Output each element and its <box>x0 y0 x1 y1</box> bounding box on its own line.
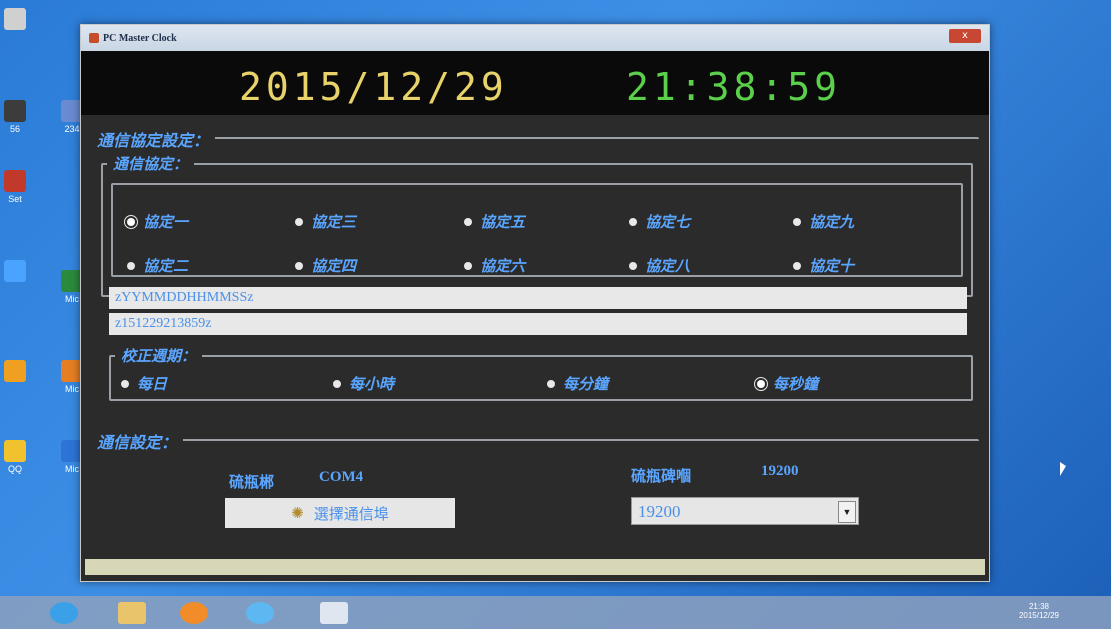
desktop-icon-label: Set <box>8 194 22 204</box>
period-option-label: 每秒鐘 <box>773 375 819 393</box>
baud-rate-select[interactable]: 19200 ▼ <box>631 497 859 525</box>
window-title: PC Master Clock <box>103 32 177 44</box>
app-window: PC Master Clock x 2015/12/29 21:38:59 通信… <box>80 24 990 582</box>
desktop-icon-label: 234 <box>64 124 80 134</box>
tray-time: 21:38 <box>1028 602 1049 611</box>
clock-display: 2015/12/29 21:38:59 <box>81 51 989 115</box>
protocol-settings-legend: 通信協定設定： <box>91 127 216 151</box>
desktop-icon-qq[interactable]: QQ <box>0 440 30 474</box>
period-option-minutely[interactable]: 每分鐘 <box>547 373 608 394</box>
baud-label: 硫瓶碑嗰 <box>631 467 692 485</box>
comm-settings-group: 通信設定： <box>91 429 979 551</box>
mouse-cursor-icon <box>1060 462 1066 476</box>
tray-clock[interactable]: 21:38 2015/12/29 <box>1019 602 1059 620</box>
period-option-label: 每日 <box>137 375 168 393</box>
protocol-option-label: 協定九 <box>809 213 855 231</box>
desktop-icon-2[interactable]: 56 <box>0 100 30 134</box>
period-option-secondly[interactable]: 每秒鐘 <box>757 373 818 394</box>
desktop-icon-label: Mic <box>65 294 79 304</box>
desktop-icon-label: 56 <box>9 124 20 134</box>
radio-icon <box>121 379 129 388</box>
format-sample-field[interactable]: z151229213859z <box>109 313 967 335</box>
protocol-option-5[interactable]: 協定五 <box>464 211 525 232</box>
ie-icon[interactable] <box>50 602 78 624</box>
select-port-label: 選擇通信埠 <box>313 504 389 523</box>
desktop-icon-label: Mic <box>65 384 79 394</box>
protocol-option-9[interactable]: 協定九 <box>793 211 854 232</box>
radio-icon <box>127 261 135 270</box>
period-option-label: 每小時 <box>349 375 395 393</box>
protocol-option-7[interactable]: 協定七 <box>629 211 690 232</box>
app-icon <box>89 33 99 43</box>
protocol-option-6[interactable]: 協定六 <box>464 255 525 276</box>
desktop-icon-label: Mic <box>65 464 79 474</box>
desktop-icon-4[interactable] <box>0 260 30 284</box>
protocol-option-label: 協定二 <box>143 257 189 275</box>
radio-icon <box>629 261 637 270</box>
app-task-icon[interactable] <box>320 602 348 624</box>
baud-value: 19200 <box>761 463 799 479</box>
port-label: 硫瓶郴 <box>229 473 275 491</box>
folder-icon[interactable] <box>118 602 146 624</box>
protocol-option-label: 協定四 <box>311 257 357 275</box>
radio-selected-icon <box>127 217 135 226</box>
status-bar <box>85 559 985 575</box>
period-legend: 校正週期： <box>115 345 203 366</box>
tray-date: 2015/12/29 <box>1018 611 1059 620</box>
protocol-option-label: 協定五 <box>480 213 526 231</box>
protocol-option-label: 協定十 <box>809 257 855 275</box>
baud-select-value: 19200 <box>638 502 681 521</box>
protocol-option-4[interactable]: 協定四 <box>295 255 356 276</box>
period-option-label: 每分鐘 <box>563 375 609 393</box>
protocol-option-10[interactable]: 協定十 <box>793 255 854 276</box>
radio-icon <box>295 217 303 226</box>
gear-icon: ✺ <box>291 504 304 522</box>
radio-icon <box>464 261 472 270</box>
period-group: 校正週期： <box>109 345 973 401</box>
period-option-hourly[interactable]: 每小時 <box>333 373 394 394</box>
desktop-icon-1[interactable] <box>0 8 30 32</box>
browser-icon[interactable] <box>246 602 274 624</box>
protocol-option-label: 協定八 <box>645 257 691 275</box>
radio-selected-icon <box>757 379 765 388</box>
date-readout: 2015/12/29 <box>239 65 508 109</box>
desktop-icon-5[interactable] <box>0 360 30 384</box>
radio-icon <box>333 379 341 388</box>
protocol-option-label: 協定六 <box>480 257 526 275</box>
protocol-option-3[interactable]: 協定三 <box>295 211 356 232</box>
protocol-option-8[interactable]: 協定八 <box>629 255 690 276</box>
time-readout: 21:38:59 <box>626 65 842 109</box>
protocol-option-1[interactable]: 協定一 <box>127 211 188 232</box>
radio-icon <box>547 379 555 388</box>
desktop-icon-label: QQ <box>7 464 22 474</box>
radio-icon <box>464 217 472 226</box>
radio-icon <box>793 217 801 226</box>
protocol-option-label: 協定三 <box>311 213 357 231</box>
media-player-icon[interactable] <box>180 602 208 624</box>
protocol-legend: 通信協定： <box>107 153 195 174</box>
port-value: COM4 <box>319 469 364 485</box>
select-port-button[interactable]: ✺ 選擇通信埠 <box>225 498 455 528</box>
title-bar[interactable]: PC Master Clock x <box>81 25 989 51</box>
chevron-down-icon[interactable]: ▼ <box>838 501 856 523</box>
close-button[interactable]: x <box>949 29 981 43</box>
comm-settings-legend: 通信設定： <box>91 429 184 453</box>
desktop-icon-3[interactable]: Set <box>0 170 30 204</box>
protocol-option-label: 協定一 <box>143 213 189 231</box>
radio-icon <box>295 261 303 270</box>
protocol-option-2[interactable]: 協定二 <box>127 255 188 276</box>
period-option-daily[interactable]: 每日 <box>121 373 167 394</box>
taskbar: 21:38 2015/12/29 <box>0 596 1111 629</box>
protocol-option-label: 協定七 <box>645 213 691 231</box>
radio-icon <box>793 261 801 270</box>
radio-icon <box>629 217 637 226</box>
format-template-field[interactable]: zYYMMDDHHMMSSz <box>109 287 967 309</box>
